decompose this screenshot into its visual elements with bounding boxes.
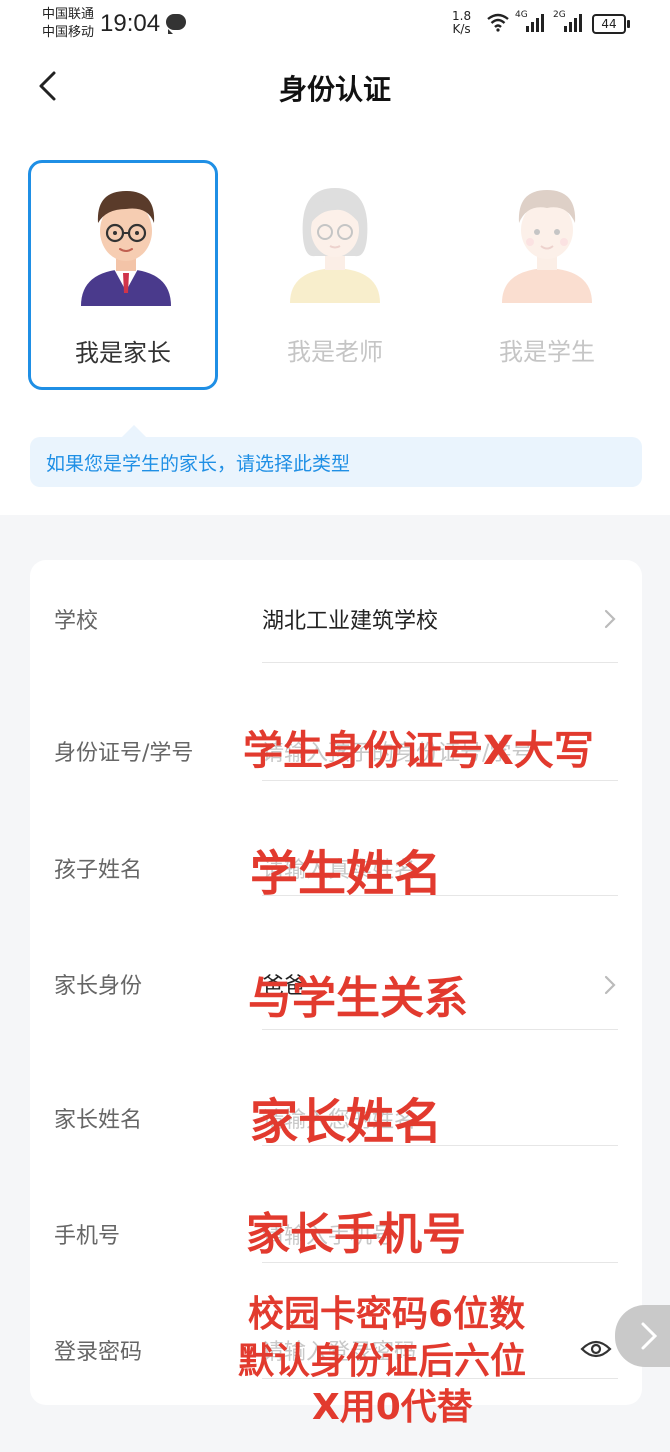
- chevron-right-icon: [641, 1322, 658, 1350]
- signal-icon-sim1: [526, 12, 544, 32]
- network-speed: 1.8 K/s: [452, 10, 471, 36]
- annotation-password-line3: X用0代替: [312, 1387, 473, 1428]
- role-label-teacher: 我是老师: [287, 338, 383, 366]
- child-name-label: 孩子姓名: [54, 858, 143, 883]
- eye-icon[interactable]: [580, 1337, 612, 1361]
- divider: [262, 662, 618, 663]
- role-label-parent: 我是家长: [75, 339, 171, 367]
- role-card-parent[interactable]: 我是家长: [28, 160, 218, 390]
- annotation-id-number: 学生身份证号X大写: [243, 728, 594, 774]
- carrier-2: 中国移动: [42, 25, 95, 40]
- annotation-phone: 家长手机号: [246, 1209, 466, 1260]
- school-select[interactable]: 湖北工业建筑学校: [262, 603, 438, 635]
- annotation-password-line2: 默认身份证后六位: [238, 1341, 527, 1382]
- message-icon: [166, 14, 186, 34]
- status-bar: 中国联通 中国移动 19:04 1.8 K/s 4G 2G 44: [0, 0, 670, 50]
- annotation-child-name: 学生姓名: [250, 846, 443, 902]
- speed-unit: K/s: [452, 22, 471, 36]
- wifi-icon: [487, 13, 509, 32]
- student-avatar-icon: [502, 190, 592, 303]
- clock: 19:04: [100, 10, 161, 37]
- id-number-label: 身份证号/学号: [54, 741, 194, 766]
- divider: [262, 1029, 618, 1030]
- password-label: 登录密码: [54, 1340, 143, 1365]
- parent-role-chevron-icon[interactable]: [604, 975, 616, 995]
- battery-icon: 44: [592, 14, 630, 34]
- school-chevron-icon[interactable]: [604, 609, 616, 629]
- page-title: 身份认证: [278, 73, 391, 106]
- divider: [262, 780, 618, 781]
- annotation-parent-role: 与学生关系: [248, 973, 468, 1024]
- role-hint: 如果您是学生的家长，请选择此类型: [30, 425, 642, 487]
- parent-role-label: 家长身份: [54, 974, 143, 999]
- role-card-student[interactable]: 我是学生: [452, 160, 642, 390]
- school-label: 学校: [54, 609, 99, 634]
- annotation-parent-name: 家长姓名: [250, 1094, 443, 1150]
- parent-avatar-icon: [81, 191, 171, 306]
- signal-icon-sim2: [564, 12, 582, 32]
- role-label-student: 我是学生: [499, 338, 595, 366]
- teacher-avatar-icon: [290, 188, 380, 303]
- annotation-password-line1: 校园卡密码6位数: [248, 1294, 526, 1335]
- parent-name-label: 家长姓名: [54, 1108, 143, 1133]
- carrier-1: 中国联通: [42, 7, 95, 22]
- role-card-teacher[interactable]: 我是老师: [240, 160, 430, 390]
- phone-label: 手机号: [54, 1224, 121, 1249]
- role-hint-text: 如果您是学生的家长，请选择此类型: [46, 453, 351, 475]
- divider: [262, 1262, 618, 1263]
- floating-side-button[interactable]: [615, 1305, 670, 1367]
- carrier-info: 中国联通 中国移动: [42, 6, 94, 42]
